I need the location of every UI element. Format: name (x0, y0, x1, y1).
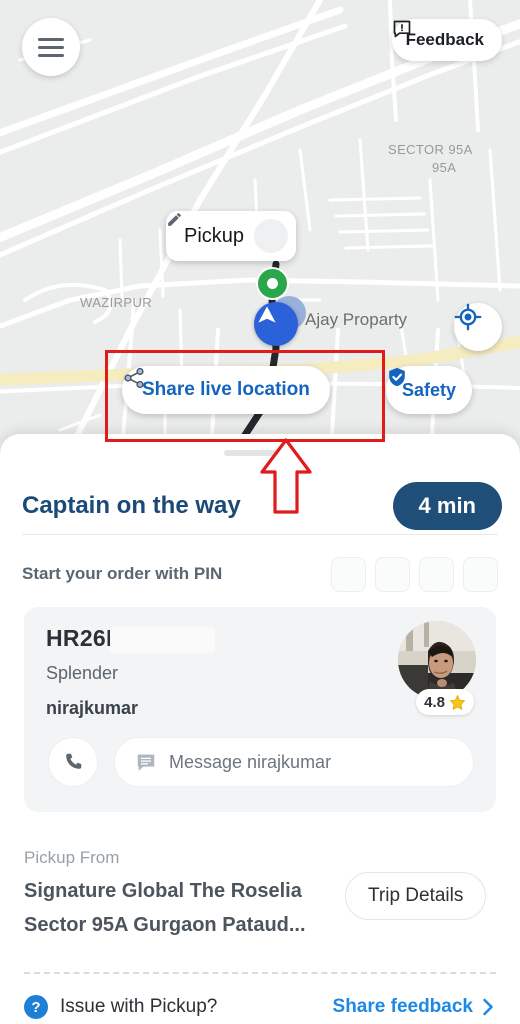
pin-digit-box[interactable] (419, 556, 454, 592)
menu-bar (38, 53, 64, 57)
ride-tracking-screen: SECTOR 95A 95A WAZIRPUR Ajay Proparty Fe… (0, 0, 520, 1024)
pickup-from-label: Pickup From (24, 848, 120, 867)
feedback-button[interactable]: Feedback (391, 19, 502, 61)
map-canvas[interactable]: SECTOR 95A 95A WAZIRPUR Ajay Proparty Fe… (0, 0, 520, 470)
message-driver-input[interactable]: Message nirajkumar (114, 737, 474, 787)
map-label-sector-95a: SECTOR 95A (388, 142, 473, 157)
message-bubble-icon (137, 754, 155, 771)
map-label-wazirpur: WAZIRPUR (80, 295, 153, 310)
menu-bar (38, 37, 64, 41)
message-placeholder: Message nirajkumar (169, 751, 332, 772)
vehicle-model: Splender (46, 663, 119, 683)
avatar (398, 621, 476, 699)
pin-digit-box[interactable] (375, 556, 410, 592)
issue-with-pickup[interactable]: ? Issue with Pickup? (24, 995, 217, 1019)
call-driver-button[interactable] (48, 737, 98, 787)
eta-badge: 4 min (392, 482, 502, 530)
gps-locate-icon (454, 303, 482, 331)
shield-check-icon (389, 367, 405, 387)
safety-button[interactable]: Safety (386, 366, 473, 414)
star-icon (449, 694, 466, 710)
share-feedback-link[interactable]: Share feedback (333, 996, 496, 1018)
pin-digit-box[interactable] (331, 556, 366, 592)
sheet-drag-handle[interactable] (224, 450, 296, 456)
map-label-95a: 95A (432, 160, 457, 175)
plate-redaction-overlay (110, 627, 215, 653)
footer-dashed-divider (24, 972, 496, 974)
map-poi-label-ajay-proparty: Ajay Proparty (305, 310, 408, 329)
footer-row: ? Issue with Pickup? Share feedback (24, 990, 496, 1024)
driver-rating-badge: 4.8 (416, 689, 474, 715)
share-nodes-icon (124, 367, 144, 389)
share-live-location-label: Share live location (142, 379, 310, 400)
phone-icon (66, 753, 82, 769)
pickup-address: Signature Global The Roselia Sector 95A … (24, 880, 306, 936)
share-feedback-label: Share feedback (332, 996, 473, 1017)
feedback-label: Feedback (405, 30, 484, 49)
pickup-pill-label: Pickup (184, 224, 245, 247)
green-circle-marker (258, 269, 287, 298)
driver-rating-value: 4.8 (424, 693, 445, 711)
feedback-bubble-icon (393, 20, 410, 38)
safety-label: Safety (402, 379, 457, 400)
trip-details-button[interactable]: Trip Details (345, 872, 487, 920)
pin-digit-box[interactable] (463, 556, 498, 592)
chevron-right-icon (483, 998, 493, 1016)
issue-with-pickup-label: Issue with Pickup? (60, 996, 218, 1017)
menu-bar (38, 45, 64, 49)
driver-name: nirajkumar (46, 698, 139, 718)
blue-navigation-arrow-marker (254, 302, 298, 346)
pin-label: Start your order with PIN (22, 564, 223, 583)
help-question-icon: ? (24, 995, 48, 1019)
share-live-location-button[interactable]: Share live location (122, 366, 330, 414)
pickup-pill[interactable]: Pickup (166, 211, 297, 261)
sheet-divider-top (22, 534, 498, 535)
driver-card: HR26L Splender nirajkumar 4.8 Message ni… (24, 607, 496, 812)
ride-status-title: Captain on the way (22, 492, 241, 519)
gps-locate-button[interactable] (454, 303, 502, 351)
pencil-edit-icon[interactable] (168, 213, 289, 253)
pin-input-group[interactable] (331, 556, 498, 592)
hamburger-menu-icon[interactable] (22, 18, 80, 76)
pin-row: Start your order with PIN (22, 553, 498, 595)
status-row: Captain on the way 4 min (22, 478, 502, 534)
